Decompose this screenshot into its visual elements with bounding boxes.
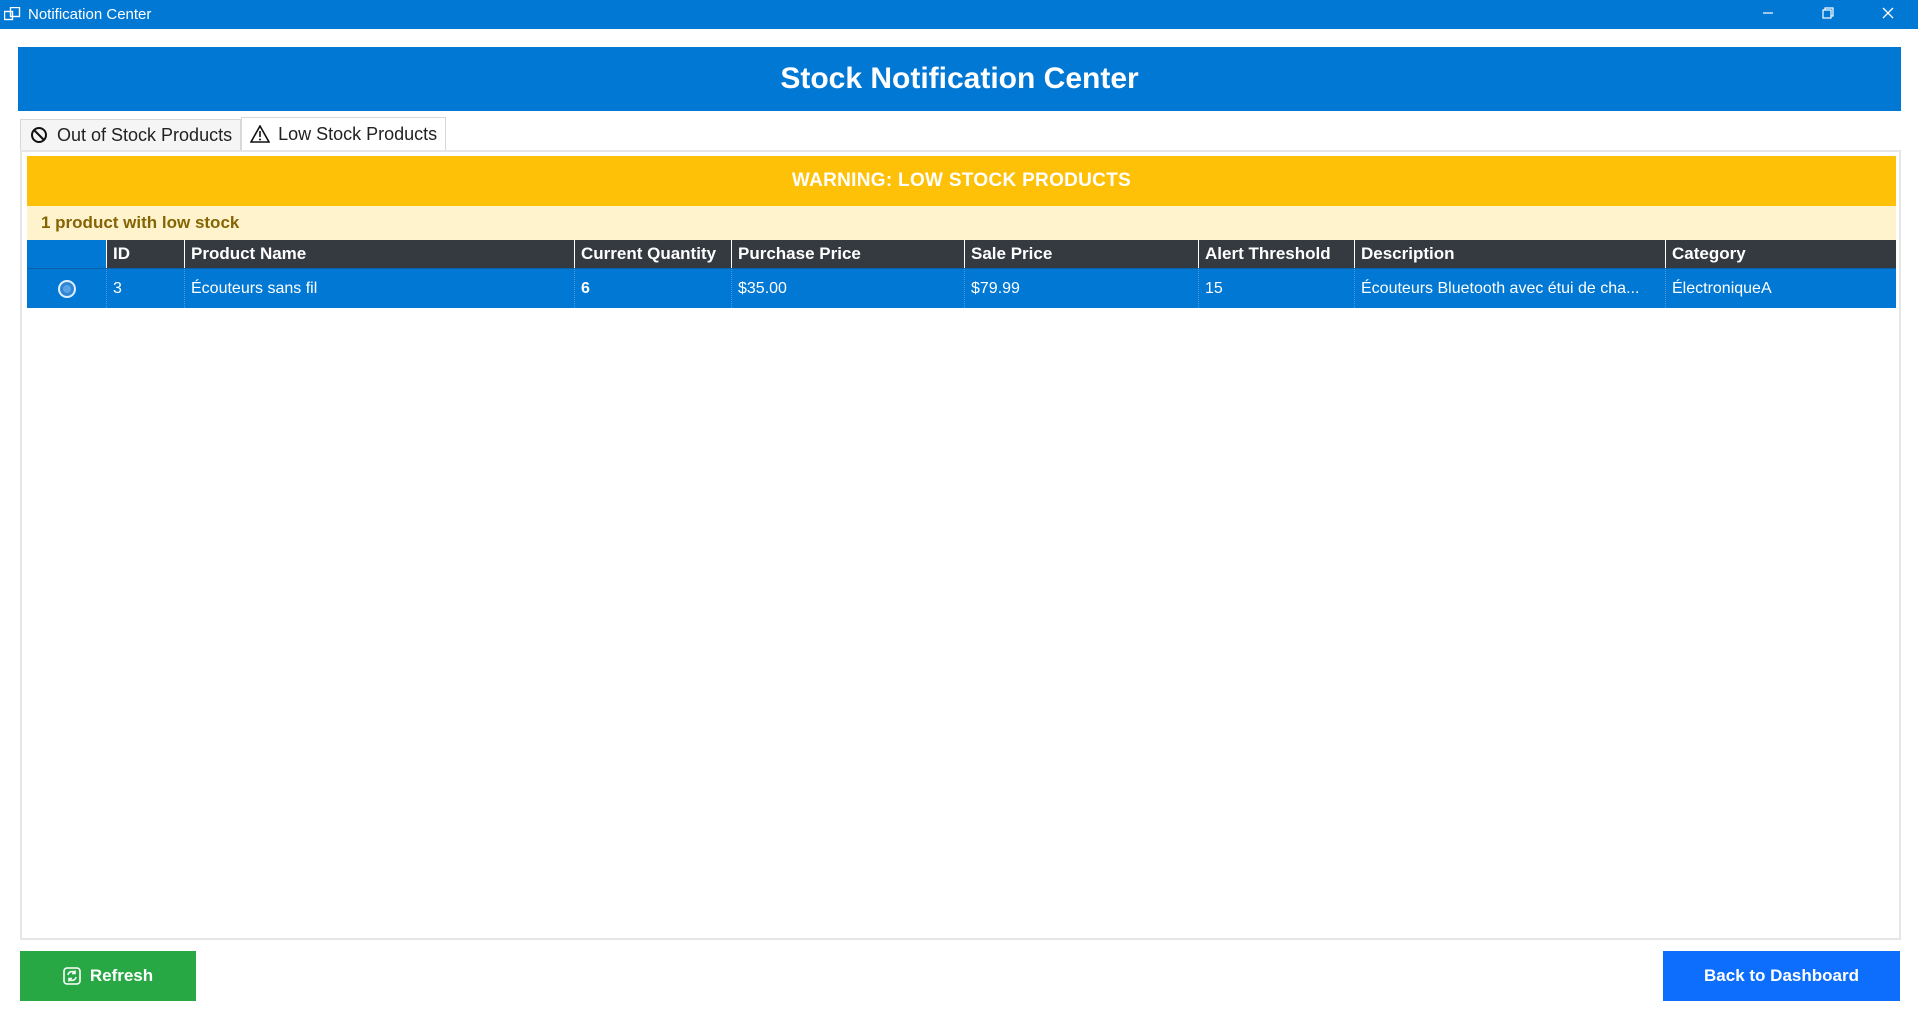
restore-icon bbox=[1822, 6, 1834, 24]
table-row[interactable]: 3 Écouteurs sans fil 6 $35.00 $79.99 15 … bbox=[27, 268, 1896, 308]
window-app-icon bbox=[4, 6, 22, 24]
close-button[interactable] bbox=[1858, 0, 1918, 29]
column-header-sale-price[interactable]: Sale Price bbox=[965, 240, 1199, 268]
tab-label: Low Stock Products bbox=[278, 123, 438, 144]
row-radio-button[interactable] bbox=[57, 279, 76, 298]
product-count: 1 product with low stock bbox=[27, 206, 1896, 240]
window-controls bbox=[1738, 0, 1918, 29]
refresh-button[interactable]: Refresh bbox=[20, 951, 196, 1001]
row-select-cell[interactable] bbox=[27, 269, 107, 308]
back-to-dashboard-button[interactable]: Back to Dashboard bbox=[1663, 951, 1900, 1001]
prohibited-icon bbox=[29, 125, 49, 145]
tab-bar: Out of Stock Products Low Stock Products bbox=[20, 117, 447, 150]
tab-low-stock[interactable]: Low Stock Products bbox=[241, 117, 447, 150]
cell-sale-price: $79.99 bbox=[965, 269, 1199, 308]
warning-icon bbox=[250, 124, 271, 144]
close-icon bbox=[1882, 6, 1894, 24]
cell-id: 3 bbox=[107, 269, 185, 308]
low-stock-panel: WARNING: LOW STOCK PRODUCTS 1 product wi… bbox=[20, 150, 1901, 940]
column-header-category[interactable]: Category bbox=[1666, 240, 1896, 268]
products-table: ID Product Name Current Quantity Purchas… bbox=[27, 240, 1896, 308]
warning-banner: WARNING: LOW STOCK PRODUCTS bbox=[27, 156, 1896, 206]
restore-button[interactable] bbox=[1798, 0, 1858, 29]
cell-purchase-price: $35.00 bbox=[732, 269, 965, 308]
cell-description: Écouteurs Bluetooth avec étui de cha... bbox=[1355, 269, 1666, 308]
tab-label: Out of Stock Products bbox=[57, 124, 233, 145]
table-header: ID Product Name Current Quantity Purchas… bbox=[27, 240, 1896, 268]
column-header-description[interactable]: Description bbox=[1355, 240, 1666, 268]
column-header-purchase-price[interactable]: Purchase Price bbox=[732, 240, 965, 268]
refresh-label: Refresh bbox=[89, 966, 154, 985]
column-header-select[interactable] bbox=[27, 240, 107, 268]
column-header-alert-threshold[interactable]: Alert Threshold bbox=[1199, 240, 1355, 268]
tab-out-of-stock[interactable]: Out of Stock Products bbox=[20, 119, 242, 150]
cell-product-name: Écouteurs sans fil bbox=[185, 269, 575, 308]
minimize-button[interactable] bbox=[1738, 0, 1798, 29]
title-bar: Notification Center bbox=[0, 0, 1918, 29]
page-title: Stock Notification Center bbox=[18, 47, 1901, 111]
refresh-icon bbox=[63, 967, 81, 985]
cell-category: ÉlectroniqueA bbox=[1672, 279, 1772, 297]
cell-current-quantity: 6 bbox=[575, 269, 732, 308]
back-label: Back to Dashboard bbox=[1704, 966, 1859, 985]
minimize-icon bbox=[1762, 6, 1774, 24]
column-header-product-name[interactable]: Product Name bbox=[185, 240, 575, 268]
window-title: Notification Center bbox=[28, 6, 152, 23]
cell-alert-threshold: 15 bbox=[1199, 269, 1355, 308]
column-header-current-quantity[interactable]: Current Quantity bbox=[575, 240, 732, 268]
column-header-id[interactable]: ID bbox=[107, 240, 185, 268]
